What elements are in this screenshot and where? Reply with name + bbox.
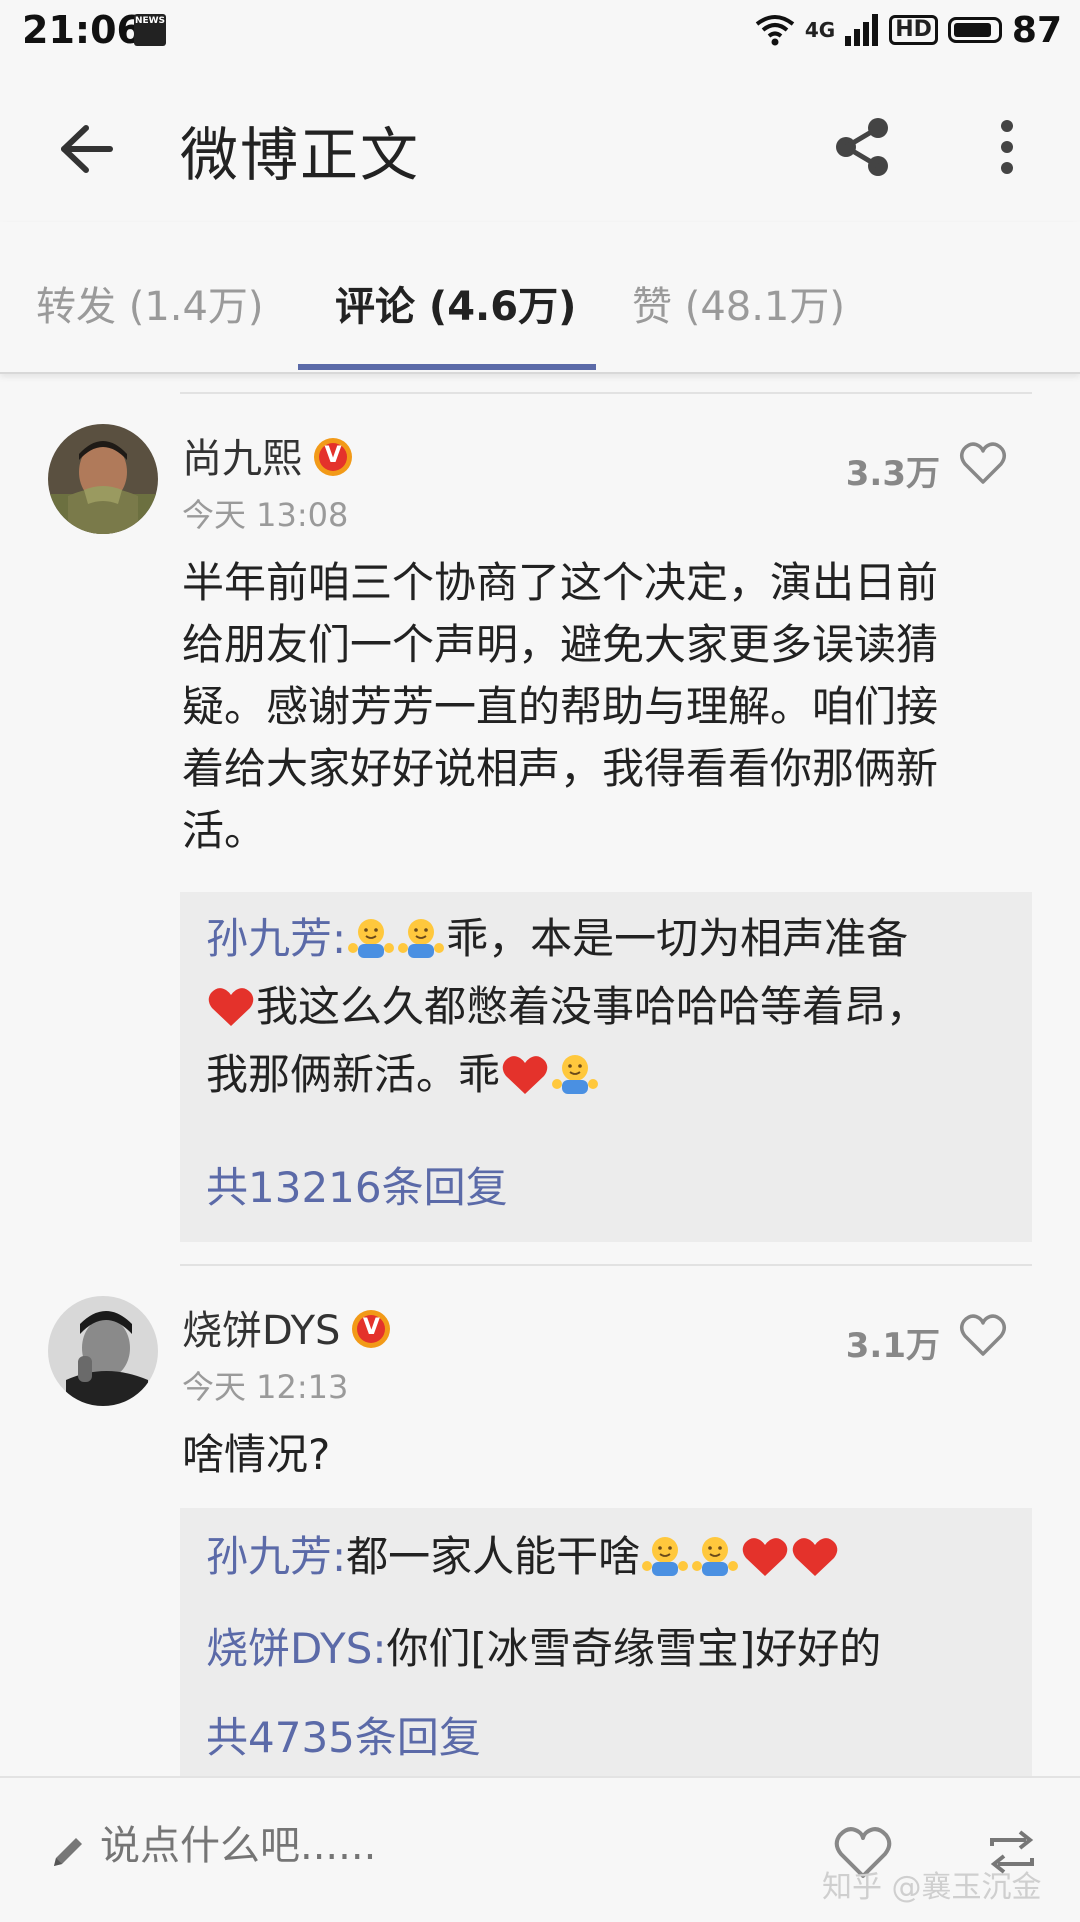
comment-author[interactable]: 尚九熙	[182, 426, 352, 484]
more-replies-link[interactable]: 共4735条回复	[206, 1704, 481, 1765]
hug-emoji-icon	[398, 918, 445, 958]
active-tab-indicator	[298, 364, 596, 370]
reply-colon: :	[332, 914, 347, 963]
comment-input[interactable]	[98, 1822, 602, 1870]
divider	[180, 392, 1032, 394]
comment-body-line: 给朋友们一个声明，避免大家更多误读猜	[182, 620, 939, 669]
reply-colon: :	[372, 1624, 387, 1673]
avatar[interactable]	[48, 424, 158, 534]
comment-body: 半年前咱三个协商了这个决定，演出日前 给朋友们一个声明，避免大家更多误读猜 疑。…	[182, 552, 1022, 862]
reply-author[interactable]: 烧饼DYS	[206, 1624, 372, 1673]
reply-item[interactable]: 孙九芳: 乖，本是一切为相声准备	[206, 904, 1016, 974]
watermark: 知乎 @襄玉沉金	[822, 1870, 1042, 1905]
status-bar: 21:06 NEWS 4G HD 87	[0, 0, 1080, 62]
share-icon[interactable]	[828, 112, 898, 182]
comment-compose-bar: 知乎 @襄玉沉金	[0, 1776, 1080, 1922]
reply-text: 你们[冰雪奇缘雪宝]好好的	[386, 1624, 882, 1673]
comment-body-line: 着给大家好好说相声，我得看看你那俩新	[182, 744, 939, 793]
reply-item[interactable]: 孙九芳:都一家人能干啥	[206, 1522, 1016, 1592]
reply-text: 乖，本是一切为相声准备	[446, 914, 909, 963]
battery-icon	[947, 17, 1002, 43]
tab-bar: 转发 (1.4万) 评论 (4.6万) 赞 (48.1万)	[0, 222, 1080, 374]
tab-comments[interactable]: 评论 (4.6万)	[335, 274, 576, 332]
hug-emoji-icon	[348, 918, 395, 958]
reply-text: 我这么久都憋着没事哈哈哈等着昂，	[256, 982, 929, 1031]
reply-text: 都一家人能干啥	[346, 1532, 641, 1581]
news-app-icon: NEWS	[134, 14, 166, 46]
reply-preview-box[interactable]: 孙九芳:都一家人能干啥 烧饼DYS:你们[冰雪奇缘雪宝]好好的 共4735条回复	[180, 1508, 1032, 1776]
red-heart-emoji-icon	[502, 1055, 548, 1094]
comment-time: 今天 12:13	[182, 1368, 349, 1406]
heart-outline-icon[interactable]	[958, 438, 1008, 488]
author-name[interactable]: 烧饼DYS	[182, 1308, 340, 1354]
more-vertical-icon[interactable]	[982, 112, 1032, 182]
comment-body-line: 活。	[182, 806, 267, 855]
divider	[180, 1264, 1032, 1266]
wifi-icon	[755, 15, 795, 46]
page-title: 微博正文	[180, 121, 421, 189]
comment-author[interactable]: 烧饼DYS	[182, 1298, 391, 1356]
reply-author[interactable]: 孙九芳	[206, 1532, 332, 1581]
like-count: 3.3万	[845, 454, 940, 494]
comment-time: 今天 13:08	[182, 496, 349, 534]
hug-emoji-icon	[642, 1536, 689, 1576]
red-heart-emoji-icon	[742, 1537, 788, 1576]
red-heart-emoji-icon	[208, 987, 254, 1026]
reply-author[interactable]: 孙九芳	[206, 914, 332, 963]
hd-voice-icon: HD	[889, 15, 938, 45]
app-header: 微博正文	[0, 62, 1080, 222]
like-count: 3.1万	[845, 1326, 940, 1366]
signal-icon	[845, 14, 879, 46]
reply-preview-box[interactable]: 孙九芳: 乖，本是一切为相声准备 我这么久都憋着没事哈哈哈等着昂， 我那俩新活。乖…	[180, 892, 1032, 1242]
reply-item-continued: 我这么久都憋着没事哈哈哈等着昂，	[206, 972, 1016, 1042]
back-arrow-icon[interactable]	[50, 114, 120, 184]
status-icons: 4G HD 87	[755, 8, 1062, 52]
reply-text: 我那俩新活。乖	[206, 1050, 501, 1099]
reply-colon: :	[332, 1532, 347, 1581]
hug-emoji-icon	[552, 1054, 599, 1094]
comment-body-line: 疑。感谢芳芳一直的帮助与理解。咱们接	[182, 682, 939, 731]
heart-outline-icon[interactable]	[958, 1310, 1008, 1360]
author-name[interactable]: 尚九熙	[182, 436, 302, 482]
battery-level: 87	[1011, 9, 1062, 51]
more-replies-link[interactable]: 共13216条回复	[206, 1154, 508, 1215]
news-icon-label: NEWS	[134, 16, 166, 26]
reply-item-continued: 我那俩新活。乖	[206, 1040, 1016, 1110]
comment-body: 啥情况?	[182, 1430, 331, 1479]
red-heart-emoji-icon	[792, 1537, 838, 1576]
network-type: 4G	[804, 18, 836, 42]
verified-badge-icon	[352, 1310, 391, 1348]
reply-item[interactable]: 烧饼DYS:你们[冰雪奇缘雪宝]好好的	[206, 1614, 1016, 1684]
comment-body-line: 半年前咱三个协商了这个决定，演出日前	[182, 558, 939, 607]
avatar[interactable]	[48, 1296, 158, 1406]
status-time: 21:06	[22, 8, 143, 52]
tab-reposts[interactable]: 转发 (1.4万)	[36, 274, 264, 332]
tab-likes[interactable]: 赞 (48.1万)	[632, 274, 845, 332]
pencil-icon	[54, 1838, 82, 1866]
verified-badge-icon	[314, 438, 352, 476]
hug-emoji-icon	[692, 1536, 739, 1576]
